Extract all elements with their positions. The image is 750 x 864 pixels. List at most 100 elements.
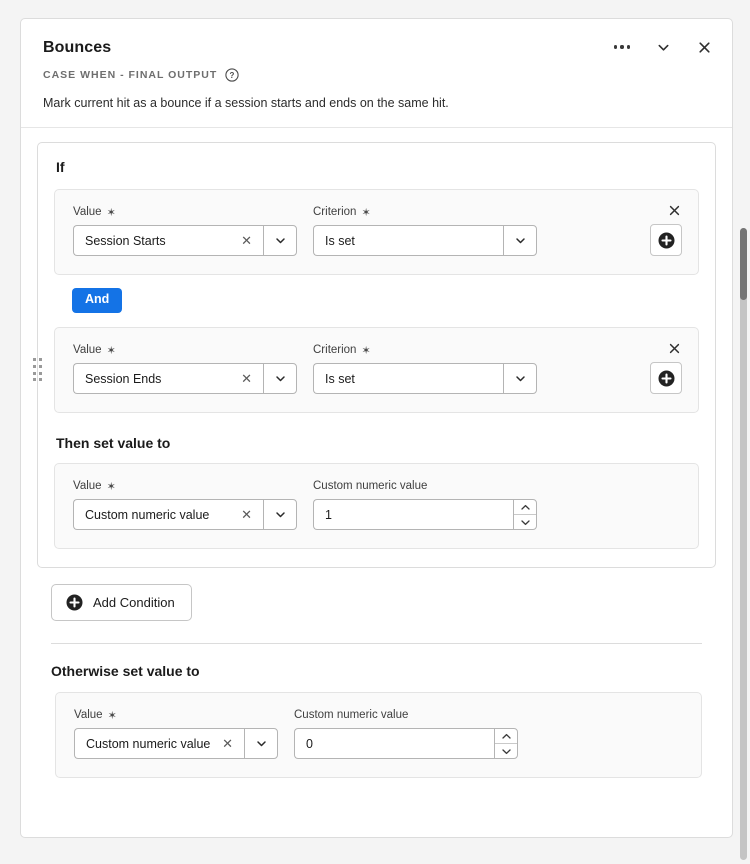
add-condition-button[interactable]: Add Condition [51,584,192,622]
vertical-scrollbar[interactable] [740,228,747,860]
scrollbar-thumb[interactable] [740,228,747,300]
value-field-2: Value ✶ Session Ends ✕ [73,344,297,395]
stepper-down-icon[interactable] [495,744,517,758]
otherwise-value-combobox[interactable]: Custom numeric value ✕ [74,728,278,760]
if-group: If Value ✶ Session Starts ✕ Criterion ✶ … [32,142,716,569]
otherwise-numeric-input[interactable]: 0 [294,728,494,760]
add-criterion-button-2[interactable] [650,362,682,395]
clear-icon[interactable]: ✕ [239,232,254,249]
then-numeric-stepper[interactable]: 1 [313,499,537,531]
criterion-field-1: Criterion ✶ Is set [313,206,537,257]
value-combobox-input-1[interactable]: Session Starts ✕ [73,225,263,257]
app-root: Bounces CASE WHEN - FINAL OUTPUT ? Mark … [0,0,750,864]
panel-header: Bounces CASE WHEN - FINAL OUTPUT ? Mark … [21,19,732,129]
add-circle-icon [658,232,674,249]
stepper-arrows [494,728,518,760]
required-asterisk: ✶ [106,206,116,219]
then-panel: Value ✶ Custom numeric value ✕ Custom nu… [54,463,699,550]
value-combobox-text-2: Session Ends [85,371,162,386]
condition-panel-2: Value ✶ Session Ends ✕ Criterion ✶ Is se… [54,327,699,414]
value-combobox-2[interactable]: Session Ends ✕ [73,363,297,395]
criterion-label: Criterion ✶ [313,344,537,356]
then-value-field: Value ✶ Custom numeric value ✕ [73,480,297,531]
chevron-down-icon[interactable] [263,225,297,257]
otherwise-numeric-label: Custom numeric value [294,709,518,721]
stepper-up-icon[interactable] [495,729,517,745]
criterion-field-2: Criterion ✶ Is set [313,344,537,395]
then-row: Value ✶ Custom numeric value ✕ Custom nu… [54,463,699,550]
value-field-1: Value ✶ Session Starts ✕ [73,206,297,257]
close-icon[interactable] [692,35,716,59]
if-section-title: If [56,159,65,176]
clear-icon[interactable]: ✕ [239,370,254,387]
ellipsis-glyph [613,45,631,49]
then-numeric-label-text: Custom numeric value [313,480,428,493]
section-divider [51,643,702,645]
otherwise-value-field: Value ✶ Custom numeric value ✕ [74,709,278,760]
remove-condition-button-2[interactable] [664,338,684,358]
add-criterion-button-1[interactable] [650,224,682,257]
add-circle-icon [66,594,83,611]
panel-body: If Value ✶ Session Starts ✕ Criterion ✶ … [21,128,732,800]
clear-icon[interactable]: ✕ [239,506,254,523]
otherwise-value-label: Value ✶ [74,709,278,721]
condition-row: Value ✶ Session Starts ✕ Criterion ✶ Is … [54,189,699,276]
clear-icon[interactable]: ✕ [220,735,235,752]
panel-eyebrow: CASE WHEN - FINAL OUTPUT [43,68,218,81]
then-numeric-input[interactable]: 1 [313,499,513,531]
required-asterisk: ✶ [107,709,117,722]
value-label: Value ✶ [73,206,297,218]
criterion-label-text: Criterion [313,206,357,219]
chevron-down-icon[interactable] [244,728,278,760]
add-circle-icon [658,370,674,387]
then-value-combobox-input[interactable]: Custom numeric value ✕ [73,499,263,531]
then-value-combobox[interactable]: Custom numeric value ✕ [73,499,297,531]
close-icon [669,205,679,216]
otherwise-row: Value ✶ Custom numeric value ✕ Custom nu… [55,692,702,779]
then-value-combobox-text: Custom numeric value [85,507,210,522]
then-value-label: Value ✶ [73,480,297,492]
stepper-arrows [513,499,537,531]
criterion-label-text: Criterion [313,344,357,357]
drag-handle-icon[interactable] [32,357,44,383]
criterion-select-value-2[interactable]: Is set [313,363,503,395]
remove-condition-button-1[interactable] [664,200,684,220]
chevron-down-icon[interactable] [503,225,537,257]
add-condition-label: Add Condition [93,595,175,611]
otherwise-numeric-label-text: Custom numeric value [294,709,409,722]
then-value-label-text: Value [73,480,102,493]
case-when-panel: Bounces CASE WHEN - FINAL OUTPUT ? Mark … [20,18,733,838]
panel-header-actions [610,35,716,59]
help-circle-icon[interactable]: ? [225,67,239,82]
value-label: Value ✶ [73,344,297,356]
stepper-down-icon[interactable] [514,515,536,529]
value-combobox-input-2[interactable]: Session Ends ✕ [73,363,263,395]
criterion-label: Criterion ✶ [313,206,537,218]
panel-description: Mark current hit as a bounce if a sessio… [43,95,449,110]
required-asterisk: ✶ [361,206,371,219]
panel-subtitle-row: CASE WHEN - FINAL OUTPUT ? [43,67,710,82]
otherwise-numeric-field: Custom numeric value 0 [294,709,518,760]
otherwise-panel: Value ✶ Custom numeric value ✕ Custom nu… [55,692,702,779]
criterion-select-2[interactable]: Is set [313,363,537,395]
chevron-down-icon[interactable] [263,499,297,531]
then-numeric-field: Custom numeric value 1 [313,480,537,531]
then-numeric-label: Custom numeric value [313,480,537,492]
svg-text:?: ? [230,71,235,80]
otherwise-value-combobox-input[interactable]: Custom numeric value ✕ [74,728,244,760]
otherwise-value-label-text: Value [74,709,103,722]
required-asterisk: ✶ [361,344,371,357]
chevron-down-icon[interactable] [651,35,675,59]
value-combobox-1[interactable]: Session Starts ✕ [73,225,297,257]
criterion-select-value-1[interactable]: Is set [313,225,503,257]
criterion-select-1[interactable]: Is set [313,225,537,257]
otherwise-section-title: Otherwise set value to [51,663,200,680]
value-label-text: Value [73,344,102,357]
chevron-down-icon[interactable] [263,363,297,395]
operator-badge-and[interactable]: And [72,288,123,314]
more-options-icon[interactable] [610,35,634,59]
chevron-down-icon[interactable] [503,363,537,395]
otherwise-numeric-stepper[interactable]: 0 [294,728,518,760]
close-icon [669,343,679,353]
stepper-up-icon[interactable] [514,500,536,516]
